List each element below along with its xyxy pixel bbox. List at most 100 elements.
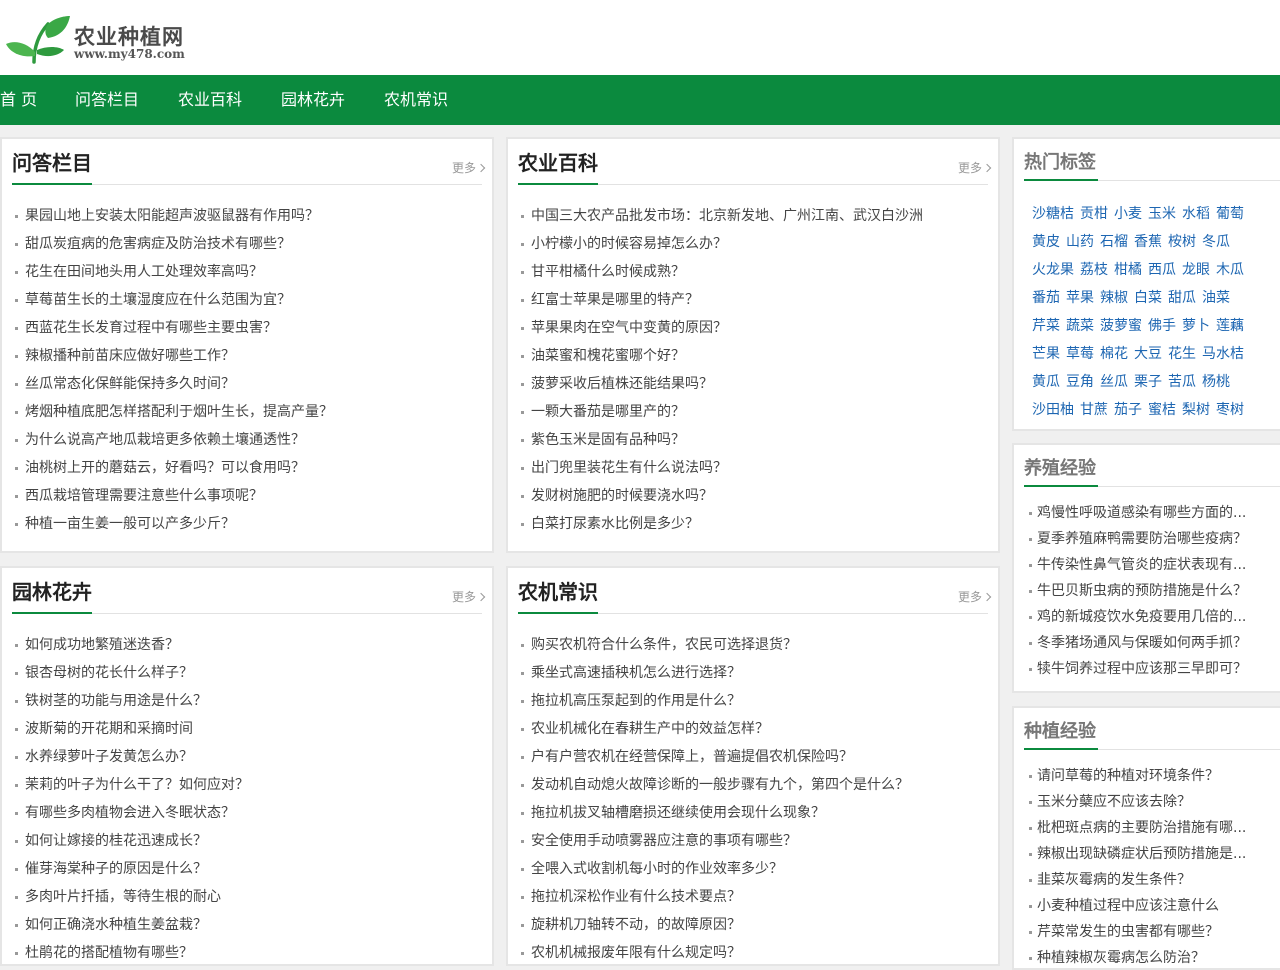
more-link[interactable]: 更多 bbox=[452, 159, 486, 176]
list-item[interactable]: 多肉叶片扦插，等待生根的耐心 bbox=[15, 883, 249, 911]
list-item[interactable]: 如何正确浇水种植生姜盆栽？ bbox=[15, 911, 249, 939]
side-list-item[interactable]: 种植辣椒灰霉病怎么防治？ bbox=[1029, 945, 1265, 968]
list-item[interactable]: 白菜打尿素水比例是多少？ bbox=[521, 510, 923, 538]
tag-link[interactable]: 菠萝蜜 bbox=[1100, 312, 1142, 340]
tag-link[interactable]: 石榴 bbox=[1100, 228, 1128, 256]
tag-link[interactable]: 贡柑 bbox=[1080, 200, 1108, 228]
list-item[interactable]: 发动机自动熄火故障诊断的一般步骤有九个，第四个是什么？ bbox=[521, 771, 909, 799]
tag-link[interactable]: 荔枝 bbox=[1080, 256, 1108, 284]
tag-link[interactable]: 葡萄 bbox=[1216, 200, 1244, 228]
nav-item-home[interactable]: 首 页 bbox=[0, 75, 37, 125]
list-item[interactable]: 波斯菊的开花期和采摘时间 bbox=[15, 715, 249, 743]
tag-link[interactable]: 蜜桔 bbox=[1148, 396, 1176, 424]
tag-link[interactable]: 冬瓜 bbox=[1202, 228, 1230, 256]
nav-item-machinery[interactable]: 农机常识 bbox=[384, 75, 448, 125]
list-item[interactable]: 杜鹃花的搭配植物有哪些？ bbox=[15, 939, 249, 964]
tag-link[interactable]: 萝卜 bbox=[1182, 312, 1210, 340]
list-item[interactable]: 种植一亩生姜一般可以产多少斤？ bbox=[15, 510, 333, 538]
side-list-item[interactable]: 小麦种植过程中应该注意什么 bbox=[1029, 893, 1265, 919]
tag-link[interactable]: 枣树 bbox=[1216, 396, 1244, 424]
side-list-item[interactable]: 牛巴贝斯虫病的预防措施是什么？ bbox=[1029, 578, 1265, 604]
tag-link[interactable]: 辣椒 bbox=[1100, 284, 1128, 312]
tag-link[interactable]: 黄皮 bbox=[1032, 228, 1060, 256]
list-item[interactable]: 水养绿萝叶子发黄怎么办？ bbox=[15, 743, 249, 771]
tag-link[interactable]: 玉米 bbox=[1148, 200, 1176, 228]
list-item[interactable]: 如何成功地繁殖迷迭香？ bbox=[15, 631, 249, 659]
list-item[interactable]: 发财树施肥的时候要浇水吗？ bbox=[521, 482, 923, 510]
list-item[interactable]: 铁树茎的功能与用途是什么？ bbox=[15, 687, 249, 715]
list-item[interactable]: 西瓜栽培管理需要注意些什么事项呢？ bbox=[15, 482, 333, 510]
more-label[interactable]: 更多 bbox=[452, 161, 476, 175]
tag-link[interactable]: 番茄 bbox=[1032, 284, 1060, 312]
tag-link[interactable]: 龙眼 bbox=[1182, 256, 1210, 284]
list-item[interactable]: 草莓苗生长的土壤湿度应在什么范围为宜？ bbox=[15, 286, 333, 314]
tag-link[interactable]: 小麦 bbox=[1114, 200, 1142, 228]
tag-link[interactable]: 甜瓜 bbox=[1168, 284, 1196, 312]
tag-link[interactable]: 白菜 bbox=[1134, 284, 1162, 312]
list-item[interactable]: 银杏母树的花长什么样子？ bbox=[15, 659, 249, 687]
list-item[interactable]: 烤烟种植底肥怎样搭配利于烟叶生长，提高产量？ bbox=[15, 398, 333, 426]
list-item[interactable]: 催芽海棠种子的原因是什么？ bbox=[15, 855, 249, 883]
more-link[interactable]: 更多 bbox=[452, 588, 486, 605]
list-item[interactable]: 为什么说高产地瓜栽培更多依赖土壤通透性？ bbox=[15, 426, 333, 454]
tag-link[interactable]: 黄瓜 bbox=[1032, 368, 1060, 396]
list-item[interactable]: 一颗大番茄是哪里产的？ bbox=[521, 398, 923, 426]
side-list-item[interactable]: 韭菜灰霉病的发生条件？ bbox=[1029, 867, 1265, 893]
list-item[interactable]: 紫色玉米是固有品种吗？ bbox=[521, 426, 923, 454]
list-item[interactable]: 全喂入式收割机每小时的作业效率多少？ bbox=[521, 855, 909, 883]
tag-link[interactable]: 花生 bbox=[1168, 340, 1196, 368]
tag-link[interactable]: 芹菜 bbox=[1032, 312, 1060, 340]
tag-link[interactable]: 丝瓜 bbox=[1100, 368, 1128, 396]
side-list-item[interactable]: 鸡的新城疫饮水免疫要用几倍的... bbox=[1029, 604, 1265, 630]
list-item[interactable]: 有哪些多肉植物会进入冬眠状态？ bbox=[15, 799, 249, 827]
list-item[interactable]: 油菜蜜和槐花蜜哪个好？ bbox=[521, 342, 923, 370]
side-list-item[interactable]: 玉米分蘖应不应该去除？ bbox=[1029, 789, 1265, 815]
tag-link[interactable]: 莲藕 bbox=[1216, 312, 1244, 340]
tag-link[interactable]: 栗子 bbox=[1134, 368, 1162, 396]
tag-link[interactable]: 沙糖桔 bbox=[1032, 200, 1074, 228]
list-item[interactable]: 果园山地上安装太阳能超声波驱鼠器有作用吗？ bbox=[15, 202, 333, 230]
tag-link[interactable]: 梨树 bbox=[1182, 396, 1210, 424]
tag-link[interactable]: 木瓜 bbox=[1216, 256, 1244, 284]
tag-link[interactable]: 豆角 bbox=[1066, 368, 1094, 396]
tag-link[interactable]: 西瓜 bbox=[1148, 256, 1176, 284]
list-item[interactable]: 如何让嫁接的桂花迅速成长？ bbox=[15, 827, 249, 855]
tag-link[interactable]: 苦瓜 bbox=[1168, 368, 1196, 396]
tag-link[interactable]: 火龙果 bbox=[1032, 256, 1074, 284]
side-list-item[interactable]: 夏季养殖麻鸭需要防治哪些疫病？ bbox=[1029, 526, 1265, 552]
list-item[interactable]: 甘平柑橘什么时候成熟？ bbox=[521, 258, 923, 286]
tag-link[interactable]: 苹果 bbox=[1066, 284, 1094, 312]
tag-link[interactable]: 草莓 bbox=[1066, 340, 1094, 368]
list-item[interactable]: 菠萝采收后植株还能结果吗？ bbox=[521, 370, 923, 398]
tag-link[interactable]: 油菜 bbox=[1202, 284, 1230, 312]
side-list-item[interactable]: 枇杷斑点病的主要防治措施有哪... bbox=[1029, 815, 1265, 841]
list-item[interactable]: 红富士苹果是哪里的特产？ bbox=[521, 286, 923, 314]
list-item[interactable]: 油桃树上开的蘑菇云，好看吗？可以食用吗？ bbox=[15, 454, 333, 482]
tag-link[interactable]: 芒果 bbox=[1032, 340, 1060, 368]
tag-link[interactable]: 棉花 bbox=[1100, 340, 1128, 368]
tag-link[interactable]: 山药 bbox=[1066, 228, 1094, 256]
list-item[interactable]: 中国三大农产品批发市场：北京新发地、广州江南、武汉白沙洲 bbox=[521, 202, 923, 230]
side-list-item[interactable]: 芹菜常发生的虫害都有哪些？ bbox=[1029, 919, 1265, 945]
tag-link[interactable]: 蔬菜 bbox=[1066, 312, 1094, 340]
list-item[interactable]: 花生在田间地头用人工处理效率高吗？ bbox=[15, 258, 333, 286]
side-list-item[interactable]: 牛传染性鼻气管炎的症状表现有... bbox=[1029, 552, 1265, 578]
tag-link[interactable]: 香蕉 bbox=[1134, 228, 1162, 256]
tag-link[interactable]: 桉树 bbox=[1168, 228, 1196, 256]
tag-link[interactable]: 甘蔗 bbox=[1080, 396, 1108, 424]
side-list-item[interactable]: 犊牛饲养过程中应该那三早即可？ bbox=[1029, 656, 1265, 682]
side-list-item[interactable]: 冬季猪场通风与保暖如何两手抓？ bbox=[1029, 630, 1265, 656]
list-item[interactable]: 旋耕机刀轴转不动，的故障原因？ bbox=[521, 911, 909, 939]
list-item[interactable]: 拖拉机深松作业有什么技术要点？ bbox=[521, 883, 909, 911]
more-link[interactable]: 更多 bbox=[958, 588, 992, 605]
tag-link[interactable]: 杨桃 bbox=[1202, 368, 1230, 396]
list-item[interactable]: 茉莉的叶子为什么干了？如何应对？ bbox=[15, 771, 249, 799]
list-item[interactable]: 户有户营农机在经营保障上，普遍提倡农机保险吗？ bbox=[521, 743, 909, 771]
list-item[interactable]: 拖拉机拔叉轴槽磨损还继续使用会现什么现象？ bbox=[521, 799, 909, 827]
tag-link[interactable]: 沙田柚 bbox=[1032, 396, 1074, 424]
side-list-item[interactable]: 鸡慢性呼吸道感染有哪些方面的... bbox=[1029, 500, 1265, 526]
list-item[interactable]: 安全使用手动喷雾器应注意的事项有哪些？ bbox=[521, 827, 909, 855]
tag-link[interactable]: 柑橘 bbox=[1114, 256, 1142, 284]
list-item[interactable]: 出门兜里装花生有什么说法吗？ bbox=[521, 454, 923, 482]
nav-item-gardening[interactable]: 园林花卉 bbox=[281, 75, 345, 125]
